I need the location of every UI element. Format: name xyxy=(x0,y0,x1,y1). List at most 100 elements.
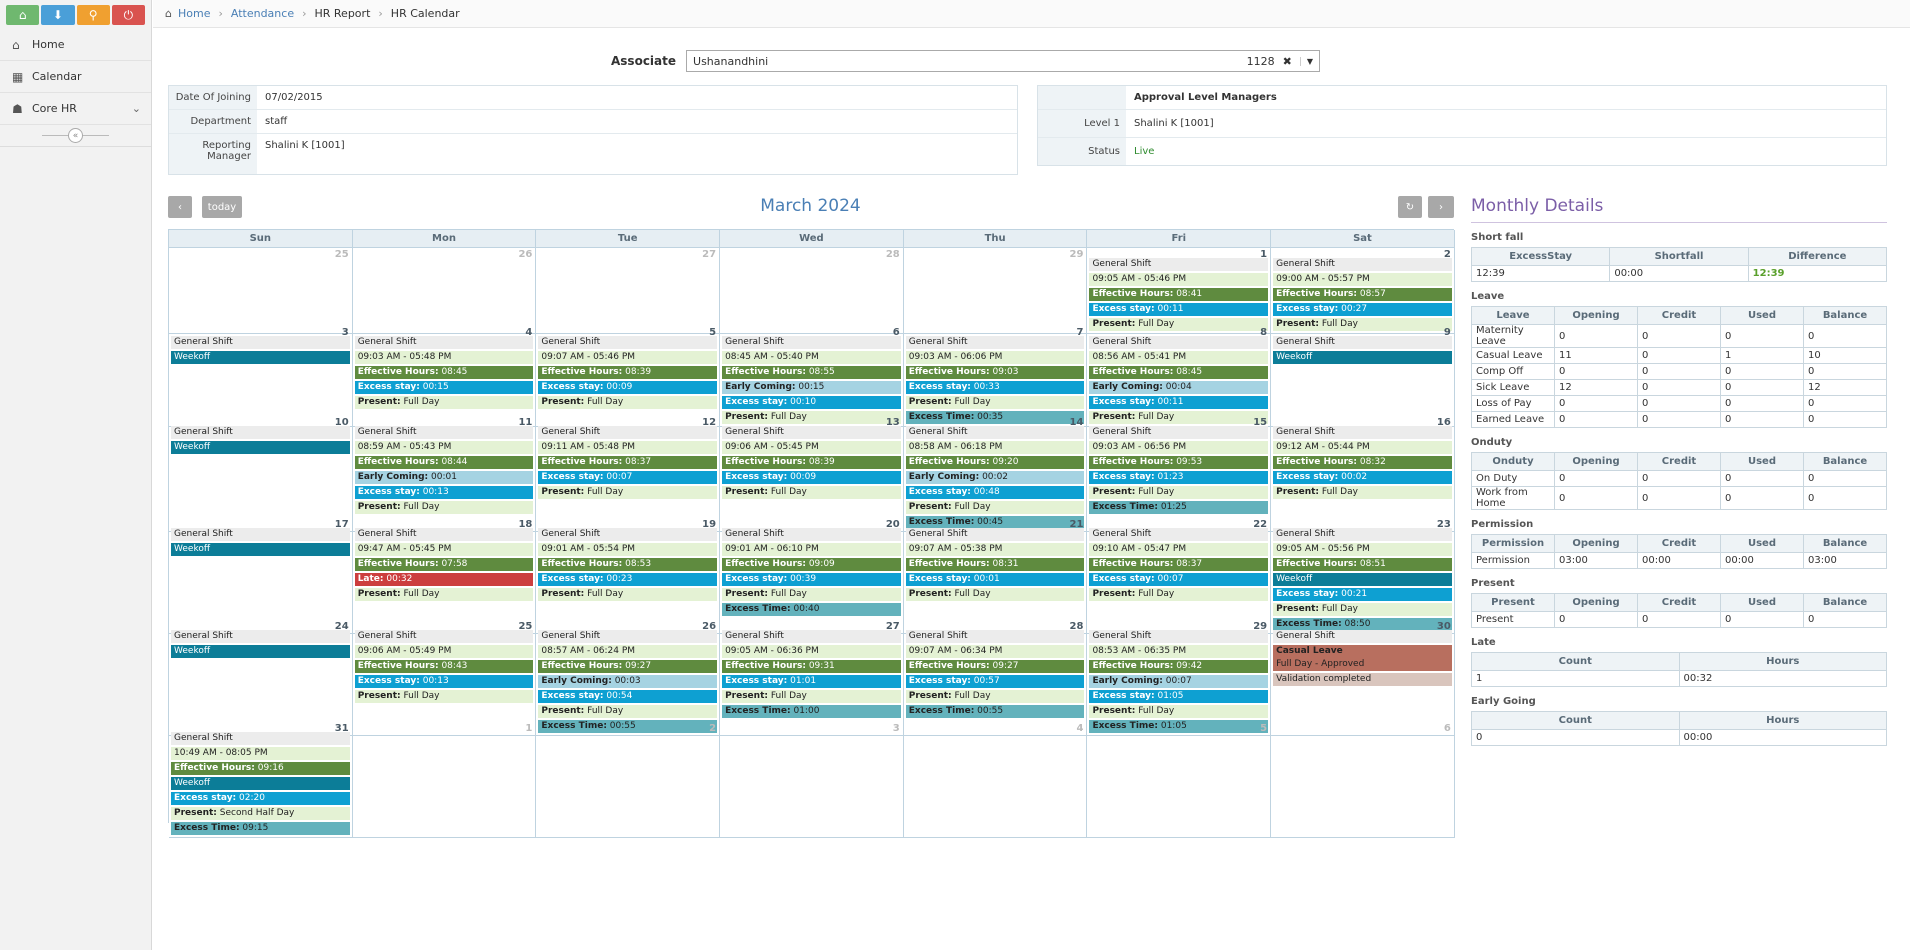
event-shift[interactable]: General Shift xyxy=(1089,336,1269,349)
calendar-day[interactable]: 27 General Shift 09:05 AM - 06:36 PM Effect… xyxy=(720,619,904,736)
home-shortcut-button[interactable]: ⌂ xyxy=(6,5,40,25)
event-present[interactable]: Present: Full Day xyxy=(722,486,901,499)
event-shift[interactable]: General Shift xyxy=(538,528,718,541)
calendar-day[interactable]: 4 General Shift 09:03 AM - 05:48 PM Effecti… xyxy=(352,325,537,427)
event-time[interactable]: 09:47 AM - 05:45 PM xyxy=(354,543,534,556)
event-late[interactable]: Late: 00:32 xyxy=(354,573,534,586)
event-wo[interactable]: Weekoff xyxy=(171,441,350,454)
event-exs[interactable]: Excess stay: 00:15 xyxy=(354,381,534,394)
event-present[interactable]: Present: Full Day xyxy=(538,588,718,601)
event-present[interactable]: Present: Full Day xyxy=(905,690,1085,703)
event-exs[interactable]: Excess stay: 00:07 xyxy=(538,471,718,484)
event-exs[interactable]: Excess stay: 01:01 xyxy=(722,675,901,688)
breadcrumb-home[interactable]: Home xyxy=(178,7,210,20)
event-exs[interactable]: Excess stay: 00:21 xyxy=(1273,588,1452,601)
event-time[interactable]: 08:53 AM - 06:35 PM xyxy=(1089,645,1269,658)
calendar-day[interactable]: 1 xyxy=(352,721,537,838)
event-wo[interactable]: Weekoff xyxy=(1273,573,1452,586)
event-time[interactable]: 09:05 AM - 05:46 PM xyxy=(1089,273,1269,286)
calendar-day[interactable]: 8 General Shift 08:56 AM - 05:41 PM Effecti… xyxy=(1087,325,1272,427)
event-exs[interactable]: Excess stay: 00:39 xyxy=(722,573,901,586)
event-time[interactable]: 09:03 AM - 06:56 PM xyxy=(1089,441,1269,454)
event-shift[interactable]: General Shift xyxy=(722,426,901,439)
event-exs[interactable]: Excess stay: 00:09 xyxy=(722,471,901,484)
logout-button[interactable]: ⏻ xyxy=(111,5,145,25)
today-button[interactable]: today xyxy=(202,196,242,218)
calendar-day[interactable]: 3 General Shift Weekoff xyxy=(169,325,353,427)
calendar-day[interactable]: 28 xyxy=(720,247,904,334)
calendar-day[interactable]: 10 General Shift Weekoff xyxy=(169,415,353,532)
event-time[interactable]: 09:05 AM - 05:56 PM xyxy=(1273,543,1452,556)
event-time[interactable]: 08:59 AM - 05:43 PM xyxy=(354,441,534,454)
event-shift[interactable]: General Shift xyxy=(905,426,1085,439)
event-eff[interactable]: Effective Hours: 08:41 xyxy=(1089,288,1269,301)
event-time[interactable]: 09:07 AM - 05:38 PM xyxy=(905,543,1085,556)
event-exs[interactable]: Excess stay: 00:02 xyxy=(1273,471,1452,484)
event-shift[interactable]: General Shift xyxy=(171,336,350,349)
event-eff[interactable]: Effective Hours: 08:37 xyxy=(538,456,718,469)
event-eff[interactable]: Effective Hours: 08:51 xyxy=(1273,558,1452,571)
event-time[interactable]: 09:06 AM - 05:49 PM xyxy=(354,645,534,658)
calendar-day[interactable]: 29 xyxy=(903,247,1088,334)
event-exs[interactable]: Excess stay: 00:11 xyxy=(1089,396,1269,409)
event-shift[interactable]: General Shift xyxy=(1273,630,1452,643)
event-extime[interactable]: Excess Time: 00:40 xyxy=(722,603,901,616)
event-wo[interactable]: Weekoff xyxy=(1273,351,1452,364)
event-time[interactable]: 08:58 AM - 06:18 PM xyxy=(905,441,1085,454)
calendar-day[interactable]: 24 General Shift Weekoff xyxy=(169,619,353,736)
event-time[interactable]: 09:03 AM - 06:06 PM xyxy=(905,351,1085,364)
event-time[interactable]: 09:03 AM - 05:48 PM xyxy=(354,351,534,364)
event-shift[interactable]: General Shift xyxy=(538,336,718,349)
event-present[interactable]: Present: Full Day xyxy=(354,588,534,601)
calendar-day[interactable]: 3 xyxy=(720,721,904,838)
event-time[interactable]: 09:12 AM - 05:44 PM xyxy=(1273,441,1452,454)
event-wo[interactable]: Weekoff xyxy=(171,777,350,790)
event-exs[interactable]: Excess stay: 00:54 xyxy=(538,690,718,703)
event-eff[interactable]: Effective Hours: 08:43 xyxy=(354,660,534,673)
event-shift[interactable]: General Shift xyxy=(1273,336,1452,349)
event-time[interactable]: 08:56 AM - 05:41 PM xyxy=(1089,351,1269,364)
calendar-day[interactable]: 4 xyxy=(903,721,1088,838)
event-shift[interactable]: General Shift xyxy=(538,630,718,643)
event-eff[interactable]: Effective Hours: 09:03 xyxy=(905,366,1085,379)
event-eff[interactable]: Effective Hours: 09:16 xyxy=(171,762,350,775)
event-exs[interactable]: Excess stay: 00:48 xyxy=(905,486,1085,499)
sidebar-item-calendar[interactable]: ▦ Calendar xyxy=(0,61,151,93)
event-shift[interactable]: General Shift xyxy=(905,336,1085,349)
sidebar-item-home[interactable]: ⌂ Home xyxy=(0,29,151,61)
calendar-day[interactable]: 25 xyxy=(169,247,353,334)
event-eff[interactable]: Effective Hours: 09:27 xyxy=(905,660,1085,673)
event-exs[interactable]: Excess stay: 00:57 xyxy=(905,675,1085,688)
event-eff[interactable]: Effective Hours: 08:31 xyxy=(905,558,1085,571)
calendar-day[interactable]: 17 General Shift Weekoff xyxy=(169,517,353,634)
event-shift[interactable]: General Shift xyxy=(171,528,350,541)
calendar-day[interactable]: 1 General Shift 09:05 AM - 05:46 PM Effecti… xyxy=(1087,247,1272,334)
calendar-day[interactable]: 5 General Shift 09:07 AM - 05:46 PM Effecti… xyxy=(536,325,721,427)
refresh-button[interactable]: ↻ xyxy=(1398,196,1422,218)
event-present[interactable]: Present: Full Day xyxy=(905,501,1085,514)
event-eff[interactable]: Effective Hours: 08:32 xyxy=(1273,456,1452,469)
event-eff[interactable]: Effective Hours: 08:53 xyxy=(538,558,718,571)
event-shift[interactable]: General Shift xyxy=(905,630,1085,643)
calendar-day[interactable]: 18 General Shift 09:47 AM - 05:45 PM Effect… xyxy=(352,517,537,634)
event-shift[interactable]: General Shift xyxy=(354,336,534,349)
event-shift[interactable]: General Shift xyxy=(1089,258,1269,271)
event-extime[interactable]: Excess Time: 00:55 xyxy=(905,705,1085,718)
event-exs[interactable]: Excess stay: 02:20 xyxy=(171,792,350,805)
event-shift[interactable]: General Shift xyxy=(1273,426,1452,439)
calendar-day[interactable]: 6 General Shift 08:45 AM - 05:40 PM Effecti… xyxy=(720,325,904,427)
event-time[interactable]: 10:49 AM - 08:05 PM xyxy=(171,747,350,760)
event-shift[interactable]: General Shift xyxy=(354,426,534,439)
calendar-day[interactable]: 9 General Shift Weekoff xyxy=(1271,325,1455,427)
event-valid[interactable]: Validation completed xyxy=(1273,673,1452,686)
event-eff[interactable]: Effective Hours: 08:55 xyxy=(722,366,901,379)
event-wo[interactable]: Weekoff xyxy=(171,543,350,556)
calendar-day[interactable]: 21 General Shift 09:07 AM - 05:38 PM Effect… xyxy=(903,517,1088,634)
event-time[interactable]: 09:07 AM - 05:46 PM xyxy=(538,351,718,364)
calendar-day[interactable]: 30 General Shift Casual Leave Full Day - Ap… xyxy=(1271,619,1455,736)
event-exs[interactable]: Excess stay: 00:07 xyxy=(1089,573,1269,586)
caret-down-icon[interactable]: ▼ xyxy=(1299,56,1313,66)
event-eff[interactable]: Effective Hours: 09:20 xyxy=(905,456,1085,469)
calendar-day[interactable]: 19 General Shift 09:01 AM - 05:54 PM Effect… xyxy=(536,517,721,634)
event-present[interactable]: Present: Full Day xyxy=(538,486,718,499)
